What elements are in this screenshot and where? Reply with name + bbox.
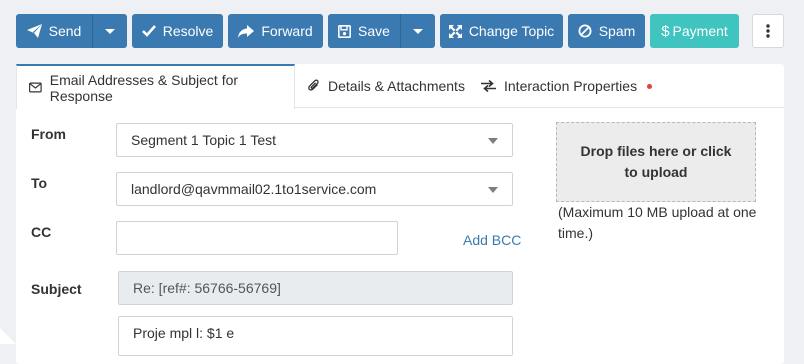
add-bcc-link[interactable]: Add BCC xyxy=(463,232,521,248)
more-options-button[interactable] xyxy=(752,14,784,48)
tab-label: Details & Attachments xyxy=(328,78,465,94)
file-upload-dropzone[interactable]: Drop files here or click to upload xyxy=(556,122,756,202)
send-button[interactable]: Send xyxy=(16,14,92,48)
toolbar: Send Resolve Forward Save Change Topic S… xyxy=(0,0,804,60)
paperclip-icon xyxy=(308,79,320,93)
paper-plane-icon xyxy=(27,24,42,38)
tab-bar: Email Addresses & Subject for Response D… xyxy=(16,64,784,108)
save-label: Save xyxy=(358,23,390,39)
to-select-value: landlord@qavmmail02.1to1service.com xyxy=(131,181,376,197)
payment-label: Payment xyxy=(673,23,728,39)
chevron-down-icon xyxy=(488,138,498,144)
cc-label: CC xyxy=(31,224,51,240)
payment-button[interactable]: $ Payment xyxy=(650,14,739,48)
ban-icon xyxy=(578,24,592,38)
resolve-button[interactable]: Resolve xyxy=(132,14,223,48)
spam-button[interactable]: Spam xyxy=(568,14,645,48)
subject-input-value: Re: [ref#: 56766-56769] xyxy=(133,280,281,296)
resolve-label: Resolve xyxy=(163,23,214,39)
save-button[interactable]: Save xyxy=(328,14,400,48)
subject-label: Subject xyxy=(31,281,82,297)
unsaved-indicator-dot xyxy=(647,84,652,89)
chevron-down-icon xyxy=(488,187,498,193)
send-label: Send xyxy=(49,23,82,39)
chevron-down-icon xyxy=(413,29,423,34)
envelope-icon xyxy=(29,82,42,93)
expand-arrows-icon xyxy=(449,25,462,38)
from-select-value: Segment 1 Topic 1 Test xyxy=(131,132,276,148)
cc-input[interactable] xyxy=(116,221,398,255)
response-panel: Email Addresses & Subject for Response D… xyxy=(16,64,784,364)
dropzone-text: Drop files here or click to upload xyxy=(577,141,735,183)
forward-label: Forward xyxy=(261,23,312,39)
floppy-disk-icon xyxy=(338,25,351,38)
check-icon xyxy=(142,25,156,37)
to-select[interactable]: landlord@qavmmail02.1to1service.com xyxy=(116,172,513,206)
save-dropdown-toggle[interactable] xyxy=(400,14,435,48)
tab-interaction-properties[interactable]: Interaction Properties xyxy=(481,64,652,108)
send-dropdown-toggle[interactable] xyxy=(92,14,127,48)
upload-limit-note: (Maximum 10 MB upload at one time.) xyxy=(558,202,768,244)
corner-decoration xyxy=(0,328,16,344)
from-select[interactable]: Segment 1 Topic 1 Test xyxy=(116,123,513,157)
spam-label: Spam xyxy=(599,23,636,39)
to-label: To xyxy=(31,175,47,191)
change-topic-button[interactable]: Change Topic xyxy=(440,14,563,48)
forward-button[interactable]: Forward xyxy=(228,14,323,48)
message-body-editor[interactable]: Proje mpl l: $1 e xyxy=(118,316,513,356)
swap-arrows-icon xyxy=(481,80,496,92)
tab-email-addresses-subject[interactable]: Email Addresses & Subject for Response xyxy=(16,64,295,109)
vertical-ellipsis-icon xyxy=(766,24,770,38)
from-label: From xyxy=(31,126,66,142)
tab-details-attachments[interactable]: Details & Attachments xyxy=(308,64,465,108)
share-arrow-icon xyxy=(238,25,254,38)
tab-label: Email Addresses & Subject for Response xyxy=(50,72,282,104)
message-body-text: Proje mpl l: $1 e xyxy=(133,325,234,341)
dollar-icon: $ xyxy=(661,23,669,40)
subject-input: Re: [ref#: 56766-56769] xyxy=(118,271,513,305)
chevron-down-icon xyxy=(105,29,115,34)
change-topic-label: Change Topic xyxy=(469,23,554,39)
tab-label: Interaction Properties xyxy=(504,78,637,94)
